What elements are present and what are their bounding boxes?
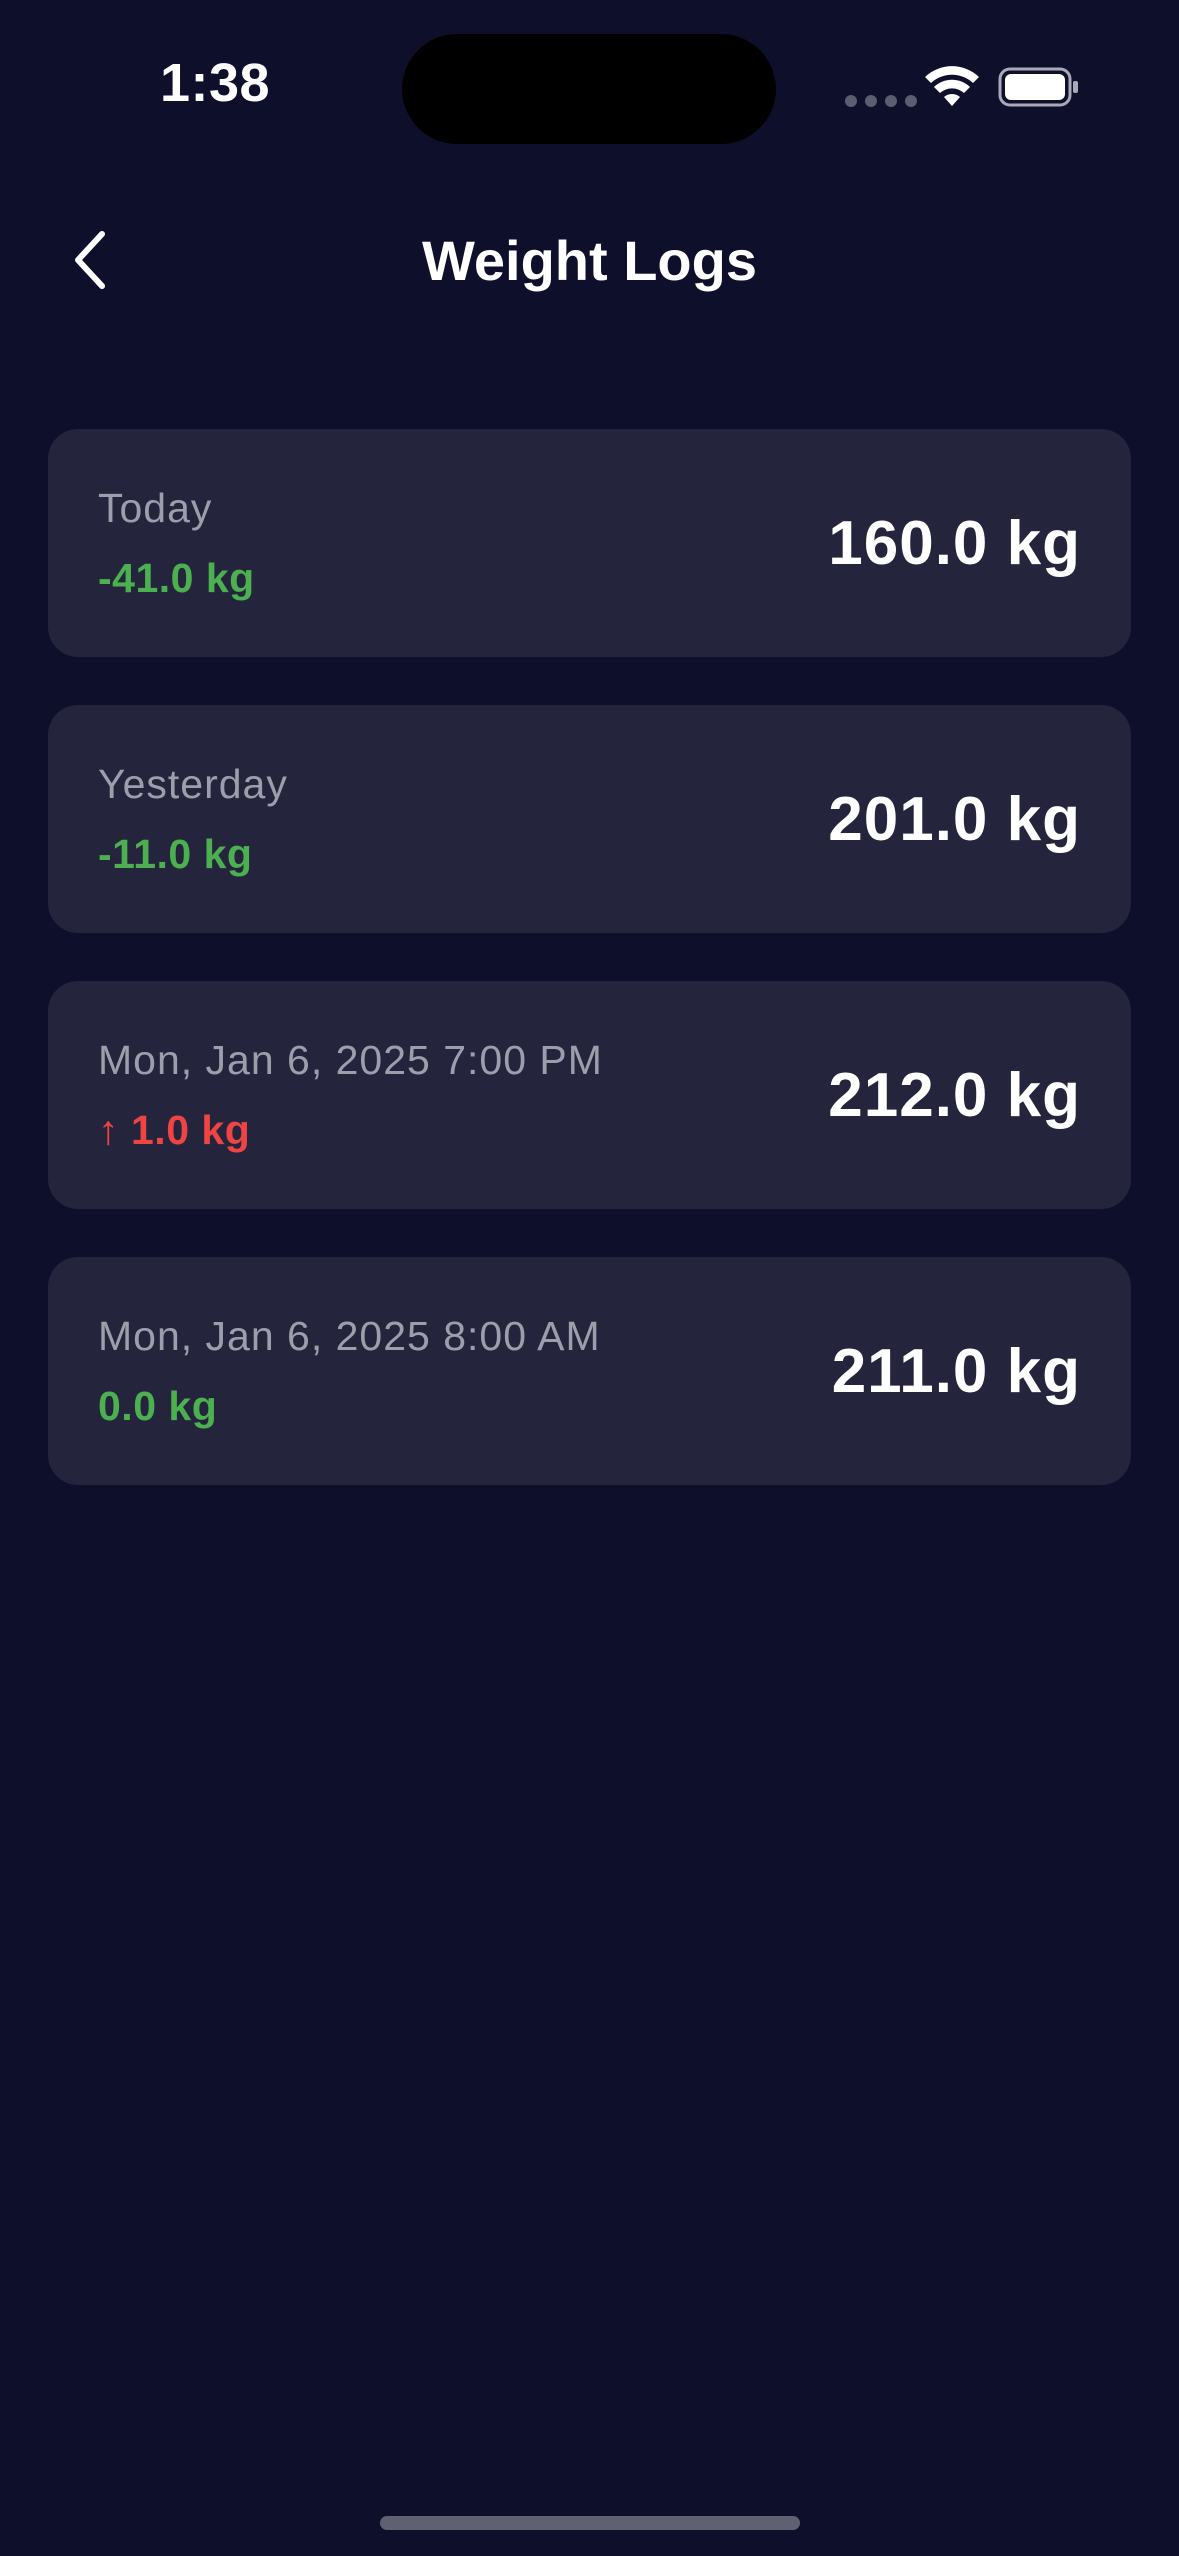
log-change: ↑ 1.0 kg	[98, 1107, 250, 1154]
log-change: -11.0 kg	[98, 831, 253, 877]
weight-log-item[interactable]: Mon, Jan 6, 2025 8:00 AM 0.0 kg 211.0 kg	[48, 1257, 1131, 1485]
dynamic-island	[402, 34, 776, 144]
wifi-icon	[925, 66, 979, 106]
page-title: Weight Logs	[422, 229, 757, 292]
cellular-signal-icon	[845, 95, 917, 107]
log-date: Mon, Jan 6, 2025 7:00 PM	[98, 1037, 603, 1083]
battery-icon	[998, 67, 1078, 107]
log-weight: 160.0 kg	[828, 509, 1081, 578]
log-weight: 201.0 kg	[828, 785, 1081, 854]
nav-header: Weight Logs	[0, 200, 1179, 320]
status-bar: 1:38	[0, 0, 1179, 170]
log-date: Yesterday	[98, 761, 288, 807]
log-date: Today	[98, 485, 213, 531]
log-change-value: 1.0 kg	[131, 1107, 251, 1153]
weight-log-list: Today -41.0 kg 160.0 kg Yesterday -11.0 …	[48, 429, 1131, 1533]
log-date: Mon, Jan 6, 2025 8:00 AM	[98, 1313, 601, 1359]
log-change: 0.0 kg	[98, 1383, 218, 1429]
status-time: 1:38	[160, 53, 271, 113]
arrow-up-icon: ↑	[98, 1107, 119, 1153]
weight-log-item[interactable]: Yesterday -11.0 kg 201.0 kg	[48, 705, 1131, 933]
weight-log-item[interactable]: Mon, Jan 6, 2025 7:00 PM ↑ 1.0 kg 212.0 k…	[48, 981, 1131, 1209]
weight-log-item[interactable]: Today -41.0 kg 160.0 kg	[48, 429, 1131, 657]
log-change: -41.0 kg	[98, 555, 255, 601]
log-weight: 212.0 kg	[828, 1061, 1081, 1130]
log-weight: 211.0 kg	[831, 1337, 1081, 1406]
home-indicator[interactable]	[380, 2516, 800, 2530]
